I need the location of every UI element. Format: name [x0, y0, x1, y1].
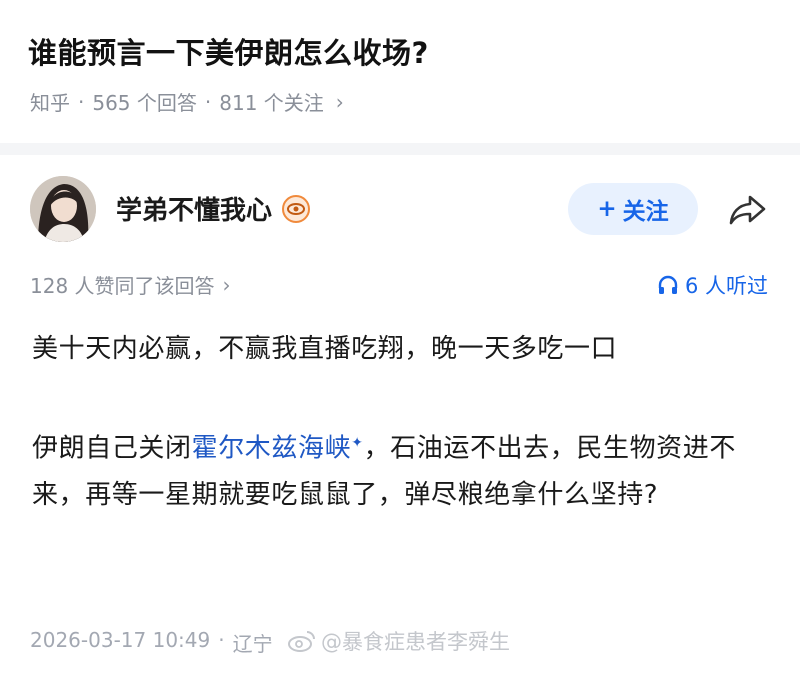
share-arrow-icon	[729, 195, 766, 225]
post-location: 辽宁	[232, 632, 273, 656]
answer-paragraph-2: 伊朗自己关闭霍尔木兹海峡✦，石油运不出去，民生物资进不来，再等一星期就要吃鼠鼠了…	[32, 420, 772, 518]
meta-separator: ·	[78, 89, 85, 114]
headphones-icon	[658, 275, 678, 294]
follow-label: 关注	[622, 199, 669, 225]
source-label: 知乎	[30, 91, 70, 115]
weibo-logo-icon	[287, 629, 317, 653]
topic-link[interactable]: 霍尔木兹海峡	[192, 434, 352, 464]
author-name[interactable]: 学弟不懂我心	[116, 190, 272, 227]
question-meta[interactable]: 知乎 · 565 个回答 · 811 个关注 ›	[30, 87, 344, 116]
question-title[interactable]: 谁能预言一下美伊朗怎么收场?	[28, 30, 429, 72]
author-avatar[interactable]	[30, 176, 96, 242]
post-datetime: 2026-03-17 10:49	[30, 628, 211, 652]
follow-button[interactable]: + 关注	[568, 183, 698, 235]
meta-separator: ·	[218, 628, 225, 652]
answer-count: 565 个回答	[92, 91, 197, 115]
plus-icon: +	[597, 196, 617, 222]
paragraph-text: 伊朗自己关闭	[32, 433, 192, 464]
watermark: @暴食症患者李舜生	[287, 626, 510, 656]
follower-count: 811 个关注	[219, 91, 324, 115]
meta-separator: ·	[204, 89, 212, 114]
avatar-image	[30, 176, 96, 242]
listen-count[interactable]: 6 人听过	[657, 270, 768, 300]
sparkle-icon: ✦	[351, 435, 364, 451]
vote-count: 128 人赞同了该回答	[30, 274, 215, 298]
listener-label: 6 人听过	[684, 274, 768, 298]
vote-summary[interactable]: 128 人赞同了该回答 ›	[30, 270, 231, 299]
answer-paragraph-1: 美十天内必赢，不赢我直播吃翔，晚一天多吃一口	[32, 334, 618, 364]
watermark-text: @暴食症患者李舜生	[321, 630, 510, 654]
chevron-right-icon: ›	[335, 89, 344, 114]
post-meta: 2026-03-17 10:49 · 辽宁	[30, 628, 273, 657]
eye-badge-icon	[282, 194, 311, 223]
share-button[interactable]	[728, 192, 768, 228]
chevron-right-icon: ›	[222, 272, 231, 297]
author-name-row[interactable]: 学弟不懂我心	[116, 190, 311, 227]
section-divider	[0, 143, 800, 155]
